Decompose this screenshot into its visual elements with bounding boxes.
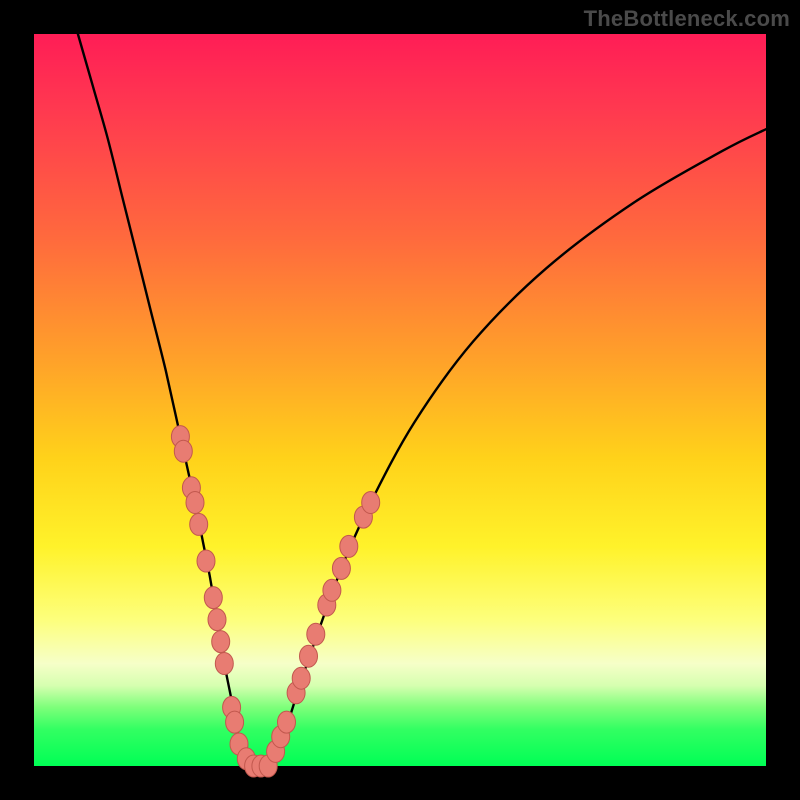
curve-marker: [323, 579, 341, 601]
curve-marker: [174, 440, 192, 462]
curve-marker: [226, 711, 244, 733]
curve-marker: [300, 645, 318, 667]
plot-area: [34, 34, 766, 766]
chart-svg: [34, 34, 766, 766]
curve-marker: [212, 631, 230, 653]
curve-marker: [332, 557, 350, 579]
curve-marker: [197, 550, 215, 572]
curve-marker: [190, 513, 208, 535]
bottleneck-curve: [78, 34, 766, 770]
watermark-text: TheBottleneck.com: [584, 6, 790, 32]
curve-marker: [208, 609, 226, 631]
curve-marker: [278, 711, 296, 733]
curve-markers: [171, 426, 379, 777]
curve-marker: [186, 492, 204, 514]
curve-marker: [292, 667, 310, 689]
chart-frame: TheBottleneck.com: [0, 0, 800, 800]
curve-marker: [215, 653, 233, 675]
curve-marker: [204, 587, 222, 609]
curve-marker: [307, 623, 325, 645]
curve-marker: [340, 535, 358, 557]
curve-marker: [362, 492, 380, 514]
